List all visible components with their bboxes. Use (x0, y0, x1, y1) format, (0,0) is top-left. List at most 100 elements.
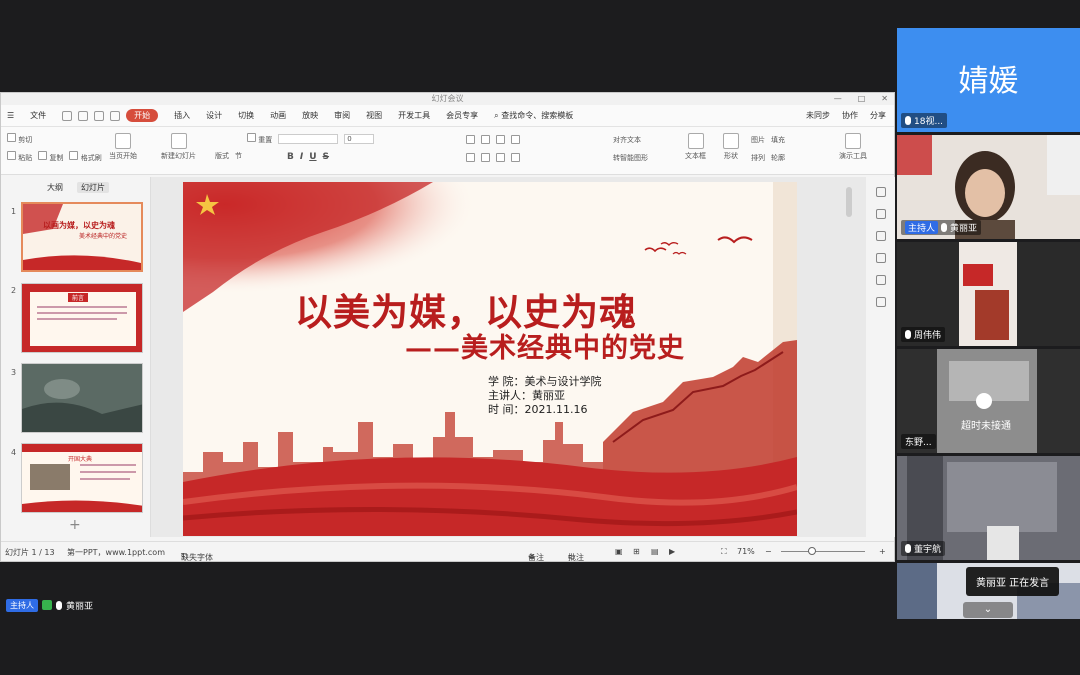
cut-button[interactable]: 剪切 (7, 133, 32, 145)
share-icon[interactable] (876, 297, 886, 307)
participant-tile-2[interactable]: 主持人 黄丽亚 (897, 135, 1080, 239)
animation-icon[interactable] (876, 231, 886, 241)
tab-transition[interactable]: 切换 (238, 110, 254, 121)
call-timeout-text: 超时未接通 (961, 421, 1011, 432)
shape-button[interactable]: 形状 (723, 133, 739, 161)
indent-icon[interactable] (496, 135, 505, 144)
participant-tile-3[interactable]: 周伟伟 (897, 242, 1080, 346)
line-spacing-icon[interactable] (511, 135, 520, 144)
tab-animation[interactable]: 动画 (270, 110, 286, 121)
copy-button[interactable]: 复制 (38, 151, 63, 163)
numbering-icon[interactable] (481, 135, 490, 144)
tab-start[interactable]: 开始 (126, 109, 159, 122)
tab-outline[interactable]: 大纲 (47, 182, 63, 193)
redo-icon[interactable] (110, 110, 121, 121)
presenter-tools-button[interactable]: 演示工具 (839, 133, 867, 161)
align-center-icon[interactable] (481, 153, 490, 162)
tab-view[interactable]: 视图 (366, 110, 382, 121)
window-titlebar: 幻灯会议 — □ ✕ (1, 93, 894, 105)
align-right-icon[interactable] (496, 153, 505, 162)
align-text-button[interactable]: 对齐文本 (613, 135, 641, 145)
share-button[interactable]: 分享 (870, 110, 886, 121)
pin-icon[interactable] (876, 275, 886, 285)
settings-slider-icon[interactable] (876, 209, 886, 219)
tab-slideshow[interactable]: 放映 (302, 110, 318, 121)
fit-window-icon[interactable]: ⛶ (721, 547, 727, 557)
convert-smartart-button[interactable]: 转智能图形 (613, 153, 648, 163)
presenter-icon (845, 133, 861, 149)
slide-thumbnail-3[interactable] (21, 363, 143, 433)
command-search[interactable]: ⌕ 查找命令、搜索模板 (494, 110, 573, 121)
zoom-slider[interactable] (781, 551, 865, 552)
tab-slides[interactable]: 幻灯片 (77, 182, 109, 193)
help-icon[interactable] (876, 253, 886, 263)
outline-button[interactable]: 轮廓 (771, 153, 785, 163)
maximize-icon[interactable]: □ (858, 93, 866, 105)
zoom-slider-thumb[interactable] (808, 547, 816, 555)
play-icon[interactable]: ▶ (669, 547, 675, 556)
align-left-icon[interactable] (466, 153, 475, 162)
slide-subtitle[interactable]: ——美术经典中的党史 (405, 326, 685, 365)
format-painter-button[interactable]: 格式刷 (69, 151, 102, 163)
tab-member[interactable]: 会员专享 (446, 110, 478, 121)
fill-button[interactable]: 填充 (771, 135, 785, 145)
font-family-select[interactable] (278, 134, 339, 144)
zoom-level[interactable]: 71% (737, 547, 755, 556)
theme-name: 第一PPT，www.1ppt.com (67, 548, 165, 557)
layout-button[interactable]: 版式 (215, 151, 229, 161)
add-slide-icon[interactable]: + (69, 517, 81, 533)
slide-counter: 幻灯片 1 / 13 (5, 548, 55, 557)
window-title: 幻灯会议 (431, 94, 464, 103)
picture-button[interactable]: 图片 (751, 135, 765, 145)
arrange-button[interactable]: 排列 (751, 153, 765, 163)
style-icon[interactable] (876, 187, 886, 197)
sync-status[interactable]: 未同步 (806, 110, 830, 121)
normal-view-icon[interactable]: ▣ (615, 547, 623, 556)
thumb3-painting (22, 364, 142, 432)
save-icon[interactable] (62, 110, 73, 121)
paste-button[interactable]: 粘贴 (7, 151, 32, 163)
play-from-current-button[interactable]: 当页开始 (109, 133, 137, 161)
italic-button[interactable]: I (300, 152, 303, 162)
zoom-out-icon[interactable]: − (765, 547, 772, 556)
justify-icon[interactable] (511, 153, 520, 162)
textbox-button[interactable]: 文本框 (685, 133, 706, 161)
tab-developer[interactable]: 开发工具 (398, 110, 430, 121)
bullets-icon[interactable] (466, 135, 475, 144)
slide-info-block[interactable]: 学 院：美术与设计学院 主讲人：黄丽亚 时 间：2021.11.16 (488, 375, 602, 417)
slide-thumbnail-1[interactable]: 以画为媒，以史为魂 美术经典中的党史 (21, 202, 143, 272)
participant-tile-1[interactable]: 婧媛 18视... (897, 28, 1080, 132)
meeting-stage: 幻灯会议 — □ ✕ ☰ 文件 开始 插入 设计 切换 动画 放映 审阅 视图 … (0, 0, 1080, 675)
bold-button[interactable]: B (287, 152, 294, 162)
tab-insert[interactable]: 插入 (174, 110, 190, 121)
strike-button[interactable]: S (323, 152, 329, 162)
vertical-scrollbar[interactable] (846, 187, 852, 217)
menu-icon[interactable]: ☰ (7, 111, 14, 120)
play-from-current-label: 当页开始 (109, 152, 137, 160)
underline-button[interactable]: U (309, 152, 316, 162)
tab-design[interactable]: 设计 (206, 110, 222, 121)
participant-tile-4[interactable]: 超时未接通 东野... (897, 349, 1080, 453)
scroll-down-button[interactable]: ⌄ (963, 602, 1013, 618)
undo-icon[interactable] (94, 110, 105, 121)
slide-editing-canvas[interactable]: 以美为媒，以史为魂 ——美术经典中的党史 学 院：美术与设计学院 主讲人：黄丽亚… (151, 177, 866, 537)
slide-thumbnail-2[interactable]: 前言 (21, 283, 143, 353)
reading-view-icon[interactable]: ▤ (651, 547, 659, 556)
close-icon[interactable]: ✕ (881, 93, 888, 105)
zoom-in-icon[interactable]: + (879, 547, 886, 556)
thumb-number-2: 2 (11, 286, 17, 295)
copy-label: 复制 (49, 154, 64, 162)
file-menu[interactable]: 文件 (30, 110, 46, 121)
collab-button[interactable]: 协作 (842, 110, 858, 121)
tab-review[interactable]: 审阅 (334, 110, 350, 121)
current-slide[interactable]: 以美为媒，以史为魂 ——美术经典中的党史 学 院：美术与设计学院 主讲人：黄丽亚… (183, 182, 797, 536)
reset-button[interactable]: 重置 (247, 133, 272, 145)
new-slide-button[interactable]: 新建幻灯片 (161, 133, 196, 161)
font-size-select[interactable]: 0 (344, 134, 375, 144)
sorter-view-icon[interactable]: ⊞ (633, 547, 640, 556)
minimize-icon[interactable]: — (834, 93, 842, 105)
participant-tile-5[interactable]: 董宇航 (897, 456, 1080, 560)
section-button[interactable]: 节 (235, 151, 242, 161)
print-icon[interactable] (78, 110, 89, 121)
slide-thumbnail-4[interactable]: 开国大典 (21, 443, 143, 513)
